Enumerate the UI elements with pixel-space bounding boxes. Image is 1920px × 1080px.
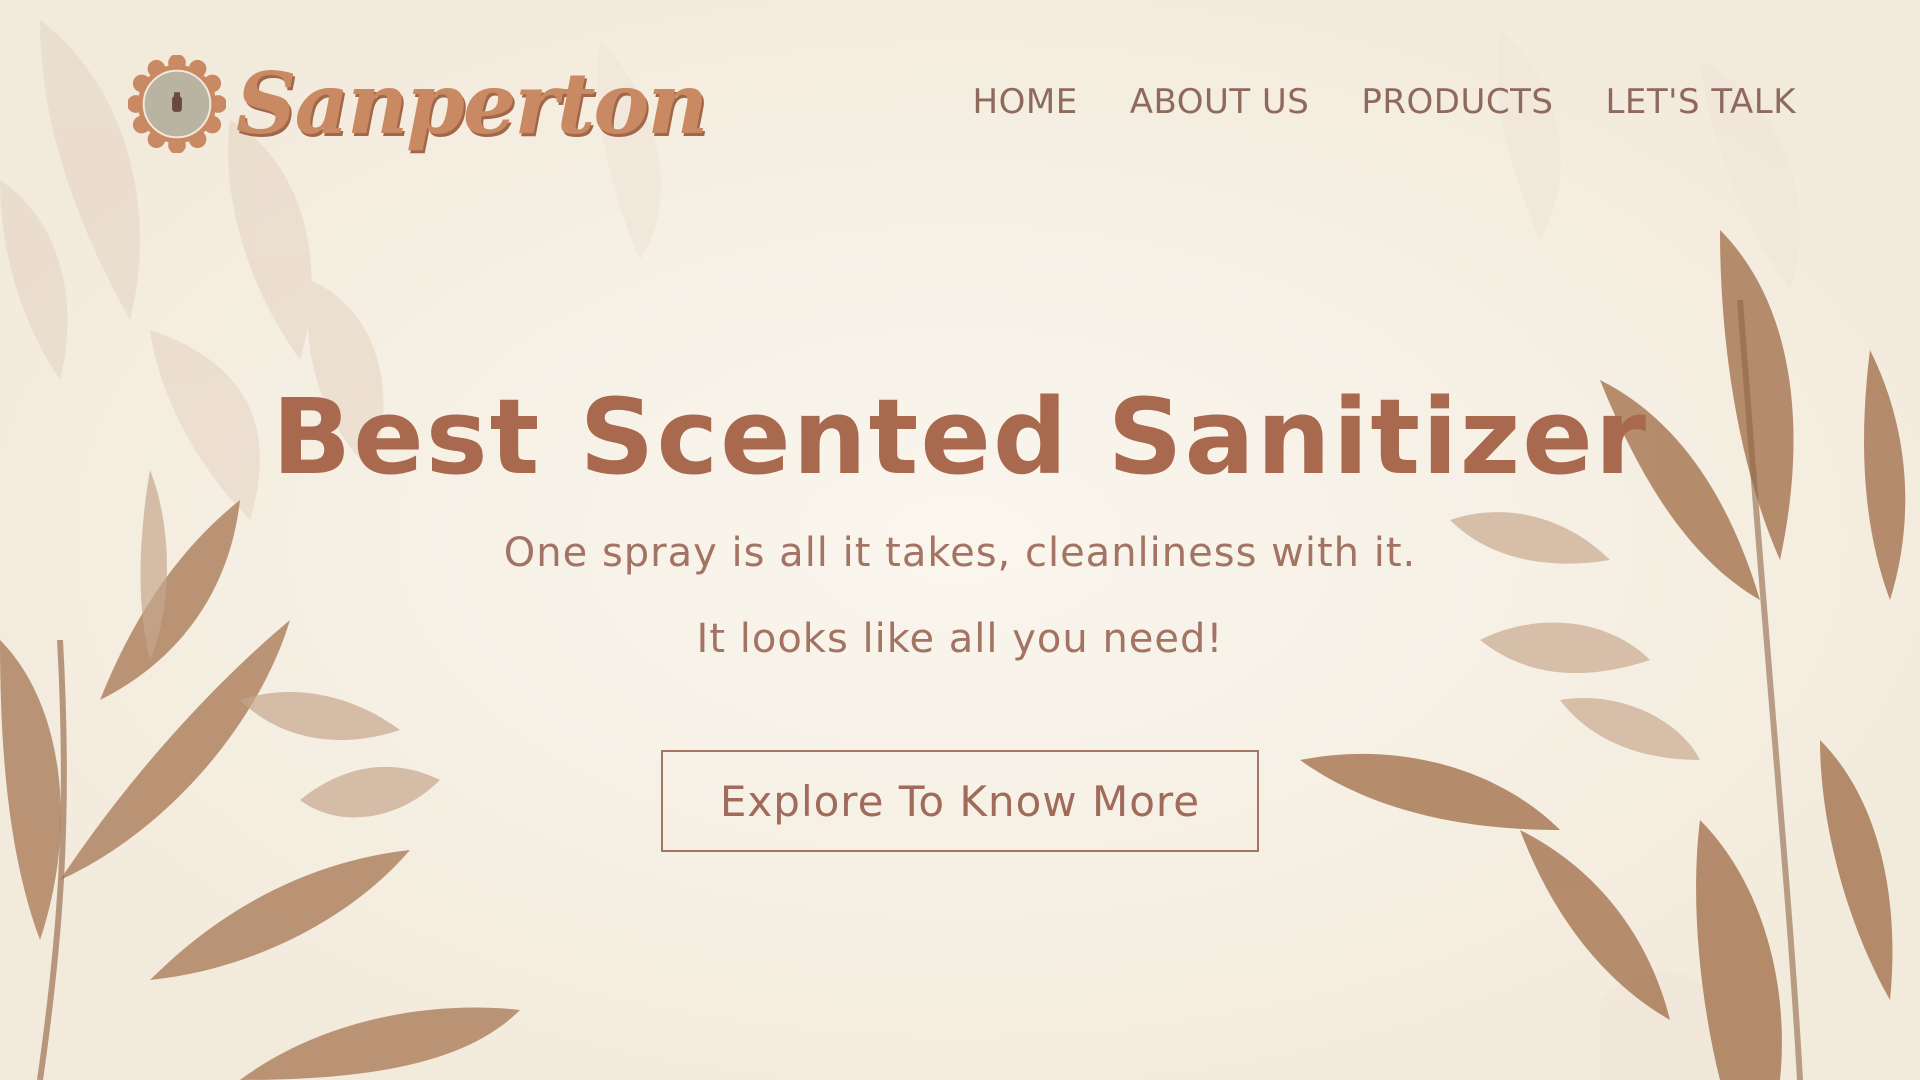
nav-about-us[interactable]: ABOUT US xyxy=(1130,82,1310,122)
hero-tagline-2: It looks like all you need! xyxy=(696,616,1224,663)
hero-title: Best Scented Sanitizer xyxy=(271,376,1649,498)
flower-badge-icon xyxy=(128,55,226,153)
brand-name: Sanperton xyxy=(236,54,708,153)
nav-products[interactable]: PRODUCTS xyxy=(1361,82,1553,122)
hero-section: Best Scented Sanitizer One spray is all … xyxy=(0,376,1920,853)
hero-tagline-1: One spray is all it takes, cleanliness w… xyxy=(503,530,1417,577)
nav-home[interactable]: HOME xyxy=(973,82,1078,122)
nav-lets-talk[interactable]: LET'S TALK xyxy=(1605,82,1796,122)
main-nav: HOME ABOUT US PRODUCTS LET'S TALK xyxy=(973,82,1796,122)
brand-logo[interactable]: Sanperton xyxy=(128,52,708,156)
site-header: Sanperton HOME ABOUT US PRODUCTS LET'S T… xyxy=(0,0,1920,210)
explore-button[interactable]: Explore To Know More xyxy=(661,750,1259,853)
